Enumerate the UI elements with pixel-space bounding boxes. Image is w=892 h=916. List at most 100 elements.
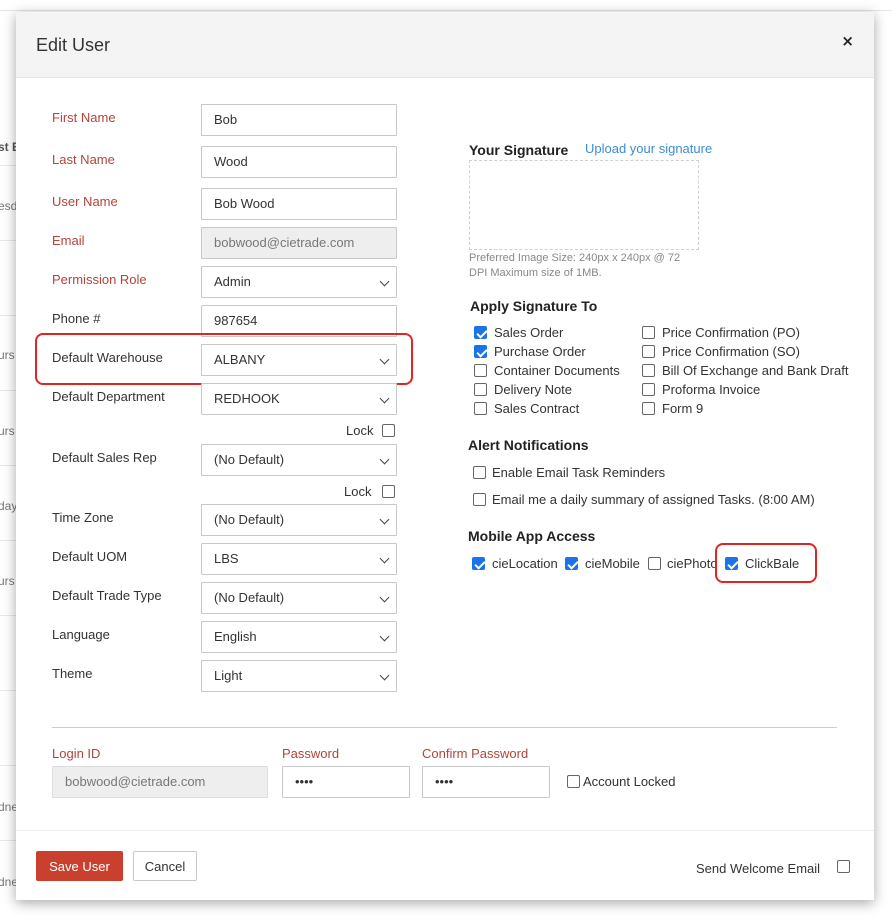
password-input[interactable]: •••• bbox=[282, 766, 410, 798]
send-welcome-email-label: Send Welcome Email bbox=[696, 861, 821, 876]
default-department-value: REDHOOK bbox=[214, 391, 280, 406]
delivery-note-checkbox[interactable] bbox=[474, 383, 487, 396]
form-9-checkbox[interactable] bbox=[642, 402, 655, 415]
default-sales-rep-label: Default Sales Rep bbox=[52, 450, 157, 465]
sales-rep-lock-label: Lock bbox=[344, 484, 372, 499]
default-trade-type-label: Default Trade Type bbox=[52, 588, 162, 603]
time-zone-select[interactable]: (No Default) bbox=[201, 504, 397, 536]
task-reminders-checkbox[interactable] bbox=[473, 466, 486, 479]
language-value: English bbox=[214, 629, 257, 644]
background-text-fragment: urs bbox=[0, 574, 15, 588]
default-uom-select[interactable]: LBS bbox=[201, 543, 397, 575]
edit-user-dialog: Edit User × First Name Last Name User Na… bbox=[16, 12, 874, 900]
signature-size-note: DPI Maximum size of 1MB. bbox=[469, 267, 602, 279]
container-documents-checkbox[interactable] bbox=[474, 364, 487, 377]
language-select[interactable]: English bbox=[201, 621, 397, 653]
user-name-label: User Name bbox=[52, 194, 118, 209]
email-input: bobwood@cietrade.com bbox=[201, 227, 397, 259]
account-locked-label: Account Locked bbox=[583, 774, 676, 789]
delivery-note-label: Delivery Note bbox=[494, 382, 573, 397]
price-confirmation-po-checkbox[interactable] bbox=[642, 326, 655, 339]
price-confirmation-po-label: Price Confirmation (PO) bbox=[662, 325, 800, 340]
last-name-input[interactable]: Wood bbox=[201, 146, 397, 178]
cielocation-checkbox[interactable] bbox=[472, 557, 485, 570]
sales-order-checkbox[interactable] bbox=[474, 326, 487, 339]
close-icon[interactable]: × bbox=[841, 32, 854, 50]
container-documents-label: Container Documents bbox=[494, 363, 620, 378]
chevron-down-icon bbox=[379, 393, 390, 404]
confirm-password-label: Confirm Password bbox=[422, 746, 529, 761]
bill-of-exchange-checkbox[interactable] bbox=[642, 364, 655, 377]
task-reminders-label: Enable Email Task Reminders bbox=[492, 465, 666, 480]
chevron-down-icon bbox=[379, 631, 390, 642]
default-trade-type-select[interactable]: (No Default) bbox=[201, 582, 397, 614]
daily-summary-checkbox[interactable] bbox=[473, 493, 486, 506]
chevron-down-icon bbox=[379, 454, 390, 465]
theme-label: Theme bbox=[52, 666, 93, 681]
permission-role-label: Permission Role bbox=[52, 272, 147, 287]
save-user-button[interactable]: Save User bbox=[36, 851, 123, 881]
default-sales-rep-select[interactable]: (No Default) bbox=[201, 444, 397, 476]
default-uom-label: Default UOM bbox=[52, 549, 128, 564]
permission-role-value: Admin bbox=[214, 274, 251, 289]
warehouse-highlight-box bbox=[35, 333, 413, 385]
department-lock-label: Lock bbox=[346, 423, 374, 438]
login-id-input: bobwood@cietrade.com bbox=[52, 766, 268, 798]
section-divider bbox=[52, 727, 837, 728]
daily-summary-label: Email me a daily summary of assigned Tas… bbox=[492, 492, 815, 507]
alert-notifications-title: Alert Notifications bbox=[468, 437, 589, 453]
proforma-invoice-label: Proforma Invoice bbox=[662, 382, 761, 397]
price-confirmation-so-checkbox[interactable] bbox=[642, 345, 655, 358]
sales-contract-checkbox[interactable] bbox=[474, 402, 487, 415]
signature-size-note: Preferred Image Size: 240px x 240px @ 72 bbox=[469, 252, 681, 264]
purchase-order-checkbox[interactable] bbox=[474, 345, 487, 358]
price-confirmation-so-label: Price Confirmation (SO) bbox=[662, 344, 800, 359]
background-text-fragment: day bbox=[0, 499, 18, 513]
chevron-down-icon bbox=[379, 670, 390, 681]
default-trade-type-value: (No Default) bbox=[214, 590, 285, 605]
sales-rep-lock-checkbox[interactable] bbox=[382, 485, 395, 498]
default-sales-rep-value: (No Default) bbox=[214, 452, 285, 467]
dialog-header: Edit User × bbox=[16, 12, 874, 78]
department-lock-checkbox[interactable] bbox=[382, 424, 395, 437]
ciemobile-label: cieMobile bbox=[585, 556, 640, 571]
account-locked-checkbox[interactable] bbox=[567, 775, 580, 788]
first-name-input[interactable]: Bob bbox=[201, 104, 397, 136]
cielocation-label: cieLocation bbox=[492, 556, 558, 571]
chevron-down-icon bbox=[379, 553, 390, 564]
form-9-label: Form 9 bbox=[662, 401, 704, 416]
background-text-fragment: esd bbox=[0, 199, 18, 213]
theme-select[interactable]: Light bbox=[201, 660, 397, 692]
upload-signature-link[interactable]: Upload your signature bbox=[585, 141, 712, 156]
default-uom-value: LBS bbox=[214, 551, 239, 566]
apply-signature-title: Apply Signature To bbox=[470, 298, 598, 314]
theme-value: Light bbox=[214, 668, 243, 683]
background-text-fragment: urs bbox=[0, 348, 15, 362]
login-id-label: Login ID bbox=[52, 746, 101, 761]
sales-contract-label: Sales Contract bbox=[494, 401, 580, 416]
clickbale-highlight-box bbox=[715, 543, 817, 583]
dialog-title: Edit User bbox=[36, 35, 111, 55]
email-label: Email bbox=[52, 233, 85, 248]
background-divider bbox=[0, 10, 892, 11]
permission-role-select[interactable]: Admin bbox=[201, 266, 397, 298]
ciemobile-checkbox[interactable] bbox=[565, 557, 578, 570]
last-name-label: Last Name bbox=[52, 152, 115, 167]
chevron-down-icon bbox=[379, 592, 390, 603]
default-department-label: Default Department bbox=[52, 389, 165, 404]
user-name-input[interactable]: Bob Wood bbox=[201, 188, 397, 220]
default-department-select[interactable]: REDHOOK bbox=[201, 383, 397, 415]
send-welcome-email-checkbox[interactable] bbox=[837, 860, 850, 873]
confirm-password-input[interactable]: •••• bbox=[422, 766, 550, 798]
chevron-down-icon bbox=[379, 276, 390, 287]
ciephoto-checkbox[interactable] bbox=[648, 557, 661, 570]
cancel-button[interactable]: Cancel bbox=[133, 851, 197, 881]
mobile-app-access-title: Mobile App Access bbox=[468, 528, 596, 544]
password-label: Password bbox=[282, 746, 340, 761]
proforma-invoice-checkbox[interactable] bbox=[642, 383, 655, 396]
signature-title: Your Signature bbox=[469, 142, 569, 158]
signature-preview-area bbox=[469, 160, 699, 250]
first-name-label: First Name bbox=[52, 110, 116, 125]
time-zone-value: (No Default) bbox=[214, 512, 285, 527]
purchase-order-label: Purchase Order bbox=[494, 344, 586, 359]
